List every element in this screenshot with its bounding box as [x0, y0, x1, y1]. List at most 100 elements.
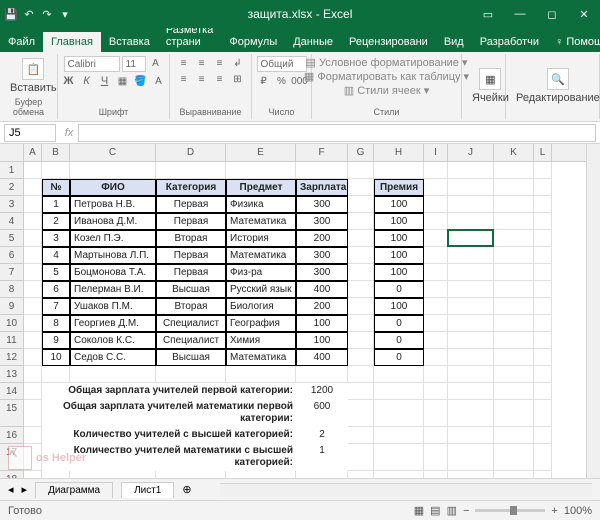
- row-header[interactable]: 5: [0, 230, 24, 247]
- align-left-icon[interactable]: ≡: [176, 72, 192, 86]
- align-right-icon[interactable]: ≡: [212, 72, 228, 86]
- cell[interactable]: [348, 162, 374, 179]
- cell[interactable]: 200: [296, 298, 348, 315]
- align-center-icon[interactable]: ≡: [194, 72, 210, 86]
- cell[interactable]: [448, 179, 494, 196]
- row-header[interactable]: 14: [0, 383, 24, 400]
- align-bot-icon[interactable]: ≡: [212, 56, 228, 70]
- qat-more-icon[interactable]: ▾: [58, 7, 72, 21]
- cell[interactable]: Высшая: [156, 281, 226, 298]
- row-header[interactable]: 12: [0, 349, 24, 366]
- merge-icon[interactable]: ⊞: [230, 72, 246, 86]
- cell[interactable]: [448, 281, 494, 298]
- cell[interactable]: [424, 427, 448, 444]
- cell[interactable]: 100: [374, 213, 424, 230]
- grow-font-icon[interactable]: A: [148, 56, 164, 70]
- cell[interactable]: 300: [296, 264, 348, 281]
- cell[interactable]: [424, 162, 448, 179]
- row-header[interactable]: 18: [0, 471, 24, 478]
- cell[interactable]: [424, 196, 448, 213]
- maximize-icon[interactable]: ◻: [536, 0, 568, 28]
- cell[interactable]: [424, 315, 448, 332]
- row-header[interactable]: 6: [0, 247, 24, 264]
- cell[interactable]: [24, 247, 42, 264]
- cell[interactable]: [24, 366, 42, 383]
- cell[interactable]: [494, 247, 534, 264]
- cell[interactable]: Предмет: [226, 179, 296, 196]
- font-color-icon[interactable]: A: [151, 74, 167, 88]
- cell[interactable]: Седов С.С.: [70, 349, 156, 366]
- cell[interactable]: [348, 400, 374, 427]
- cell[interactable]: [424, 383, 448, 400]
- col-header[interactable]: E: [226, 144, 296, 161]
- cell[interactable]: [296, 471, 348, 478]
- percent-icon[interactable]: %: [274, 74, 290, 88]
- col-header[interactable]: D: [156, 144, 226, 161]
- cell[interactable]: Иванова Д.М.: [70, 213, 156, 230]
- cell[interactable]: [494, 213, 534, 230]
- cell[interactable]: [424, 471, 448, 478]
- cell[interactable]: Боцмонова Т.А.: [70, 264, 156, 281]
- cell[interactable]: [24, 162, 42, 179]
- cell[interactable]: [42, 471, 70, 478]
- cell[interactable]: [494, 196, 534, 213]
- cell[interactable]: Первая: [156, 196, 226, 213]
- col-header[interactable]: J: [448, 144, 494, 161]
- cell[interactable]: 6: [42, 281, 70, 298]
- cell[interactable]: [424, 298, 448, 315]
- cell[interactable]: [534, 383, 552, 400]
- font-name-select[interactable]: Calibri: [64, 56, 120, 72]
- tab-insert[interactable]: Вставка: [101, 32, 158, 52]
- col-header[interactable]: F: [296, 144, 348, 161]
- tab-developer[interactable]: Разработчи: [472, 32, 547, 52]
- cell[interactable]: [424, 179, 448, 196]
- cell[interactable]: Количество учителей математики с высшей …: [42, 444, 296, 471]
- cell[interactable]: [374, 427, 424, 444]
- cell[interactable]: Химия: [226, 332, 296, 349]
- cell[interactable]: [494, 444, 534, 471]
- cell[interactable]: [24, 427, 42, 444]
- cell[interactable]: [494, 349, 534, 366]
- cell[interactable]: [348, 298, 374, 315]
- cell[interactable]: 300: [296, 196, 348, 213]
- cell[interactable]: 0: [374, 349, 424, 366]
- cell[interactable]: Специалист: [156, 315, 226, 332]
- col-header[interactable]: I: [424, 144, 448, 161]
- cell[interactable]: [534, 281, 552, 298]
- cell[interactable]: [424, 366, 448, 383]
- cell[interactable]: [424, 349, 448, 366]
- cell[interactable]: [348, 247, 374, 264]
- cell[interactable]: [24, 230, 42, 247]
- tab-data[interactable]: Данные: [285, 32, 341, 52]
- cell[interactable]: [374, 471, 424, 478]
- cell[interactable]: [348, 281, 374, 298]
- row-header[interactable]: 7: [0, 264, 24, 281]
- sheet-tab[interactable]: Диаграмма: [35, 482, 113, 498]
- cell[interactable]: 100: [296, 315, 348, 332]
- cell[interactable]: [448, 196, 494, 213]
- cell[interactable]: География: [226, 315, 296, 332]
- cell[interactable]: Георгиев Д.М.: [70, 315, 156, 332]
- underline-icon[interactable]: Ч: [97, 74, 113, 88]
- cell[interactable]: 1200: [296, 383, 348, 400]
- cell[interactable]: [424, 247, 448, 264]
- cell[interactable]: №: [42, 179, 70, 196]
- cell[interactable]: Зарплата: [296, 179, 348, 196]
- col-header[interactable]: C: [70, 144, 156, 161]
- cell[interactable]: [24, 471, 42, 478]
- cell[interactable]: Биология: [226, 298, 296, 315]
- align-mid-icon[interactable]: ≡: [194, 56, 210, 70]
- cell[interactable]: [374, 366, 424, 383]
- horizontal-scrollbar[interactable]: [220, 483, 592, 497]
- cell[interactable]: [24, 332, 42, 349]
- row-header[interactable]: 9: [0, 298, 24, 315]
- redo-icon[interactable]: ↷: [40, 7, 54, 21]
- cell[interactable]: [494, 179, 534, 196]
- cell[interactable]: 2: [296, 427, 348, 444]
- cell[interactable]: 1: [296, 444, 348, 471]
- cell[interactable]: [374, 444, 424, 471]
- font-size-select[interactable]: 11: [122, 56, 146, 72]
- cell[interactable]: [70, 162, 156, 179]
- close-icon[interactable]: ✕: [568, 0, 600, 28]
- cell[interactable]: [494, 298, 534, 315]
